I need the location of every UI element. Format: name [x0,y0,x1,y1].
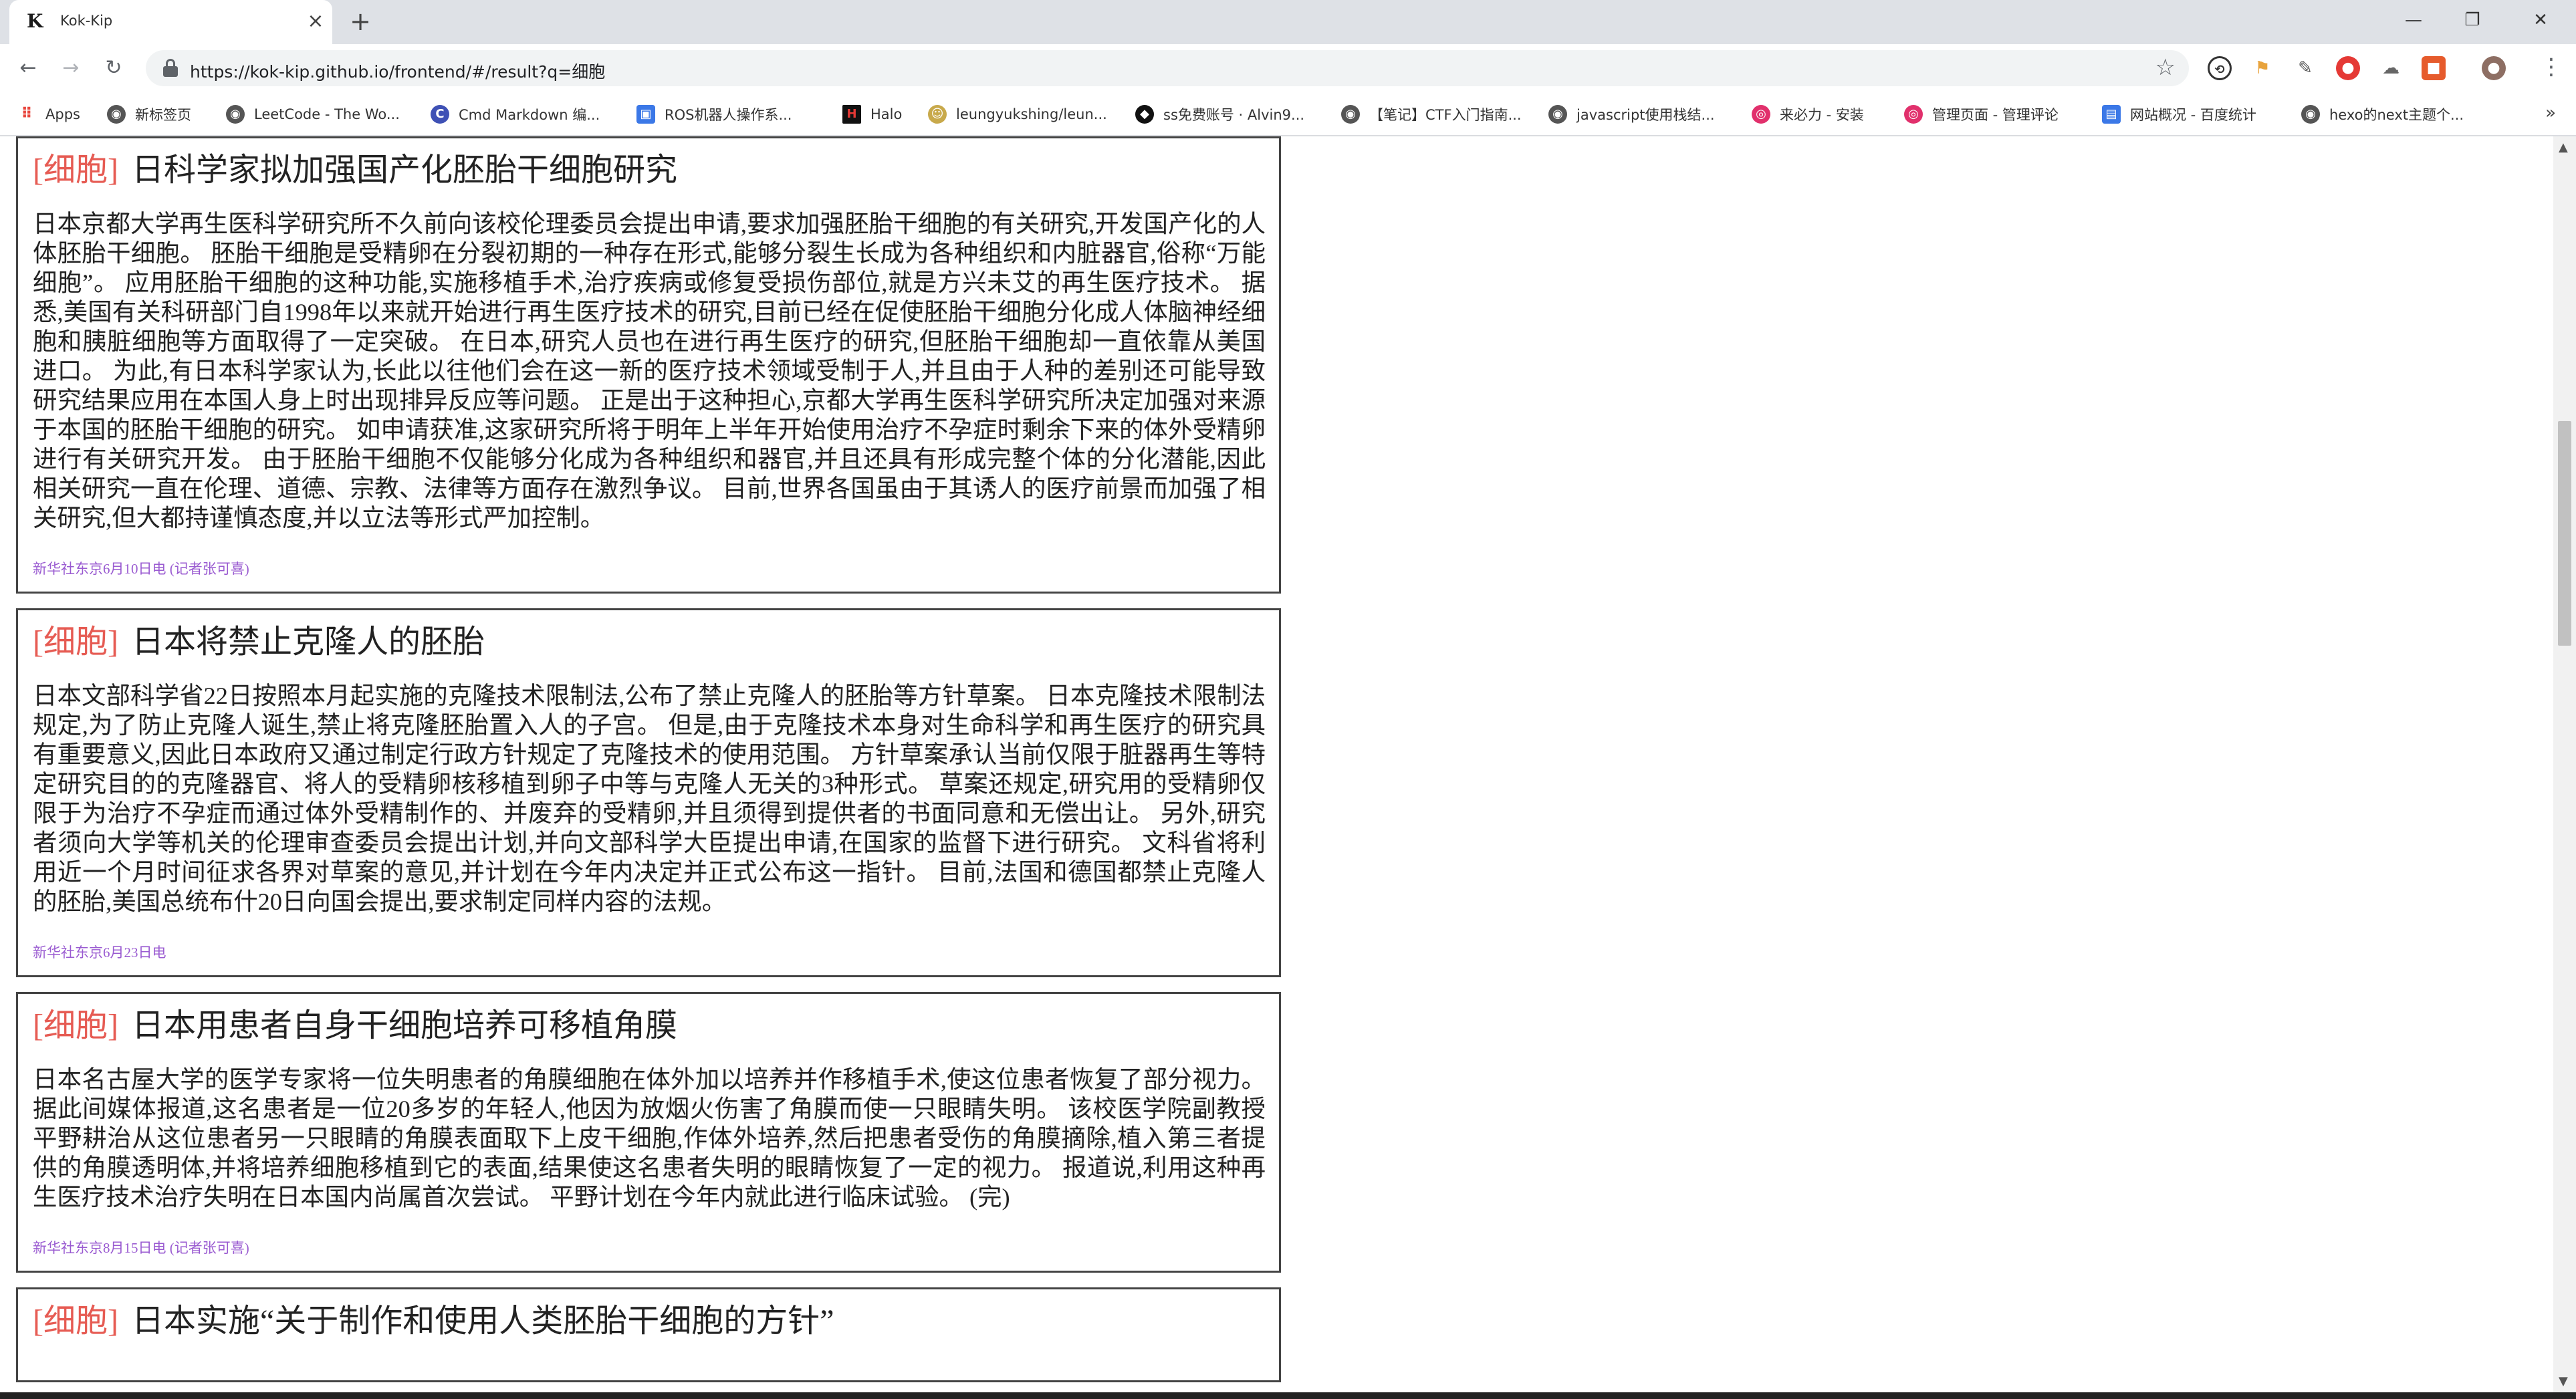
forward-arrow-icon[interactable]: → [56,53,86,83]
baidu-stats-icon: ▤ [2102,105,2121,124]
bookmark-star-icon[interactable]: ☆ [2155,54,2176,81]
result-category-tag: [细胞] [33,1008,118,1043]
taskbar-edge [0,1392,2576,1399]
site-favicon-icon: K [27,10,43,32]
result-title-row: [细胞] 日科学家拟加强国产化胚胎干细胞研究 [33,150,1266,190]
bookmark-apps[interactable]: ⠿ Apps [17,103,80,126]
result-source: 新华社东京6月23日电 [33,944,166,961]
bookmark-label: LeetCode - The Wo... [254,106,400,122]
tab-close-icon[interactable]: × [304,9,328,33]
bookmark-label: Halo [870,106,903,122]
cloud-extension-icon[interactable]: ☁ [2379,56,2403,80]
window-minimize-button[interactable]: — [2393,4,2434,36]
bookmark-label: javascript使用栈结... [1576,107,1715,123]
livere-icon: ◎ [1752,105,1770,124]
search-results: [细胞] 日科学家拟加强国产化胚胎干细胞研究 日本京都大学再生医科学研究所不久前向… [16,136,1281,1392]
bookmark-label: 新标签页 [135,107,191,123]
bookmark-label: Cmd Markdown 编... [459,107,600,123]
apps-grid-icon: ⠿ [21,106,33,122]
scroll-down-arrow-icon[interactable]: ▼ [2559,1374,2568,1388]
bookmark-label: ss免费账号 · Alvin9... [1163,107,1305,123]
bookmark-item[interactable]: ◉ 新标签页 [107,103,191,126]
result-category-tag: [细胞] [33,152,118,188]
result-card[interactable]: [细胞] 日本将禁止克隆人的胚胎 日本文部科学省22日按照本月起实施的克隆技术限制… [16,608,1281,977]
tag-extension-icon[interactable]: ⚑ [2250,56,2274,80]
globe-icon: ◉ [1341,105,1360,124]
browser-toolbar: ← → ↻ https://kok-kip.github.io/frontend… [0,44,2576,92]
bookmark-item[interactable]: ◉ LeetCode - The Wo... [226,103,400,126]
bookmark-label: 来必力 - 安装 [1780,107,1864,123]
bookmark-label: hexo的next主题个... [2329,107,2464,123]
result-title-row: [细胞] 日本将禁止克隆人的胚胎 [33,622,1266,662]
cube-extension-icon[interactable]: ■ [2422,56,2446,80]
result-title-row: [细胞] 日本用患者自身干细胞培养可移植角膜 [33,1006,1266,1046]
globe-icon: ◉ [1548,105,1567,124]
globe-icon: ◉ [226,105,245,124]
bookmark-item[interactable]: ◆ ss免费账号 · Alvin9... [1135,103,1304,126]
eyedropper-extension-icon[interactable]: ✎ [2293,56,2317,80]
result-body: 日本名古屋大学的医学专家将一位失明患者的角膜细胞在体外加以培养并作移植手术,使这… [33,1066,1266,1211]
halo-icon: H [842,105,861,124]
bookmark-item[interactable]: ▤ 网站概况 - 百度统计 [2102,103,2256,126]
page-viewport: [细胞] 日科学家拟加强国产化胚胎干细胞研究 日本京都大学再生医科学研究所不久前向… [0,136,2576,1392]
result-source: 新华社东京6月10日电 (记者张可喜) [33,561,249,577]
sync-extension-icon[interactable]: ⟲ [2208,56,2232,80]
ros-icon: ▣ [636,105,655,124]
bookmark-label: Apps [45,106,80,122]
result-card[interactable]: [细胞] 日科学家拟加强国产化胚胎干细胞研究 日本京都大学再生医科学研究所不久前向… [16,136,1281,594]
bookmark-label: 网站概况 - 百度统计 [2130,107,2256,123]
scroll-up-arrow-icon[interactable]: ▲ [2559,140,2568,154]
github-icon: ◆ [1135,105,1154,124]
result-category-tag: [细胞] [33,1303,118,1339]
bookmark-item[interactable]: ◎ 管理页面 - 管理评论 [1904,103,2059,126]
reload-icon[interactable]: ↻ [99,53,128,83]
result-card[interactable]: [细胞] 日本用患者自身干细胞培养可移植角膜 日本名古屋大学的医学专家将一位失明患… [16,992,1281,1273]
tab-strip: K Kok-Kip × + — ❐ ✕ [0,0,2576,44]
result-title[interactable]: 日本将禁止克隆人的胚胎 [132,624,485,660]
address-bar[interactable]: https://kok-kip.github.io/frontend/#/res… [146,50,2189,86]
tab-title: Kok-Kip [60,13,113,29]
result-title[interactable]: 日本实施“关于制作和使用人类胚胎干细胞的方针” [132,1303,834,1339]
result-title-row: [细胞] 日本实施“关于制作和使用人类胚胎干细胞的方针” [33,1301,1266,1342]
result-body: 日本京都大学再生医科学研究所不久前向该校伦理委员会提出申请,要求加强胚胎干细胞的… [33,211,1266,531]
bookmark-item[interactable]: ◎ 来必力 - 安装 [1752,103,1864,126]
scrollbar-thumb[interactable] [2558,421,2571,646]
window-restore-button[interactable]: ❐ [2452,4,2492,36]
result-body: 日本文部科学省22日按照本月起实施的克隆技术限制法,公布了禁止克隆人的胚胎等方针… [33,682,1266,915]
cmd-markdown-icon: C [431,105,449,124]
adblock-extension-icon[interactable]: ● [2336,56,2360,80]
bookmark-item[interactable]: ☺ leungyukshing/leun... [928,103,1107,126]
lock-icon[interactable] [163,59,178,78]
bookmark-label: leungyukshing/leun... [956,106,1107,122]
result-card[interactable]: [细胞] 日本实施“关于制作和使用人类胚胎干细胞的方针” [16,1287,1281,1382]
bookmarks-bar: ⠿ Apps ◉ 新标签页 ◉ LeetCode - The Wo... C C… [0,92,2576,136]
window-close-button[interactable]: ✕ [2521,4,2561,36]
bookmark-item[interactable]: ◉ hexo的next主题个... [2301,103,2464,126]
result-title[interactable]: 日本用患者自身干细胞培养可移植角膜 [132,1008,677,1043]
result-source: 新华社东京8月15日电 (记者张可喜) [33,1240,249,1256]
profile-avatar[interactable]: ● [2482,56,2506,80]
bookmarks-overflow-button[interactable]: » [2545,103,2556,123]
bookmark-item[interactable]: ▣ ROS机器人操作系... [636,103,792,126]
bookmark-label: 管理页面 - 管理评论 [1932,107,2059,123]
avatar-icon: ☺ [928,105,947,124]
result-category-tag: [细胞] [33,624,118,660]
globe-icon: ◉ [107,105,126,124]
globe-icon: ◉ [2301,105,2320,124]
bookmark-item[interactable]: C Cmd Markdown 编... [431,103,600,126]
result-title[interactable]: 日科学家拟加强国产化胚胎干细胞研究 [132,152,677,188]
browser-tab[interactable]: K Kok-Kip × [9,0,332,44]
livere-icon: ◎ [1904,105,1923,124]
bookmark-item[interactable]: ◉ 【笔记】CTF入门指南... [1341,103,1522,126]
bookmark-label: 【笔记】CTF入门指南... [1369,107,1522,123]
page-scrollbar[interactable]: ▲ ▼ [2553,136,2576,1392]
browser-menu-icon[interactable]: ⋮ [2540,53,2563,80]
bookmark-item[interactable]: H Halo [842,103,902,126]
bookmark-label: ROS机器人操作系... [665,107,792,123]
back-arrow-icon[interactable]: ← [13,53,43,83]
bookmark-item[interactable]: ◉ javascript使用栈结... [1548,103,1715,126]
url-text[interactable]: https://kok-kip.github.io/frontend/#/res… [190,59,605,83]
new-tab-button[interactable]: + [346,8,374,36]
